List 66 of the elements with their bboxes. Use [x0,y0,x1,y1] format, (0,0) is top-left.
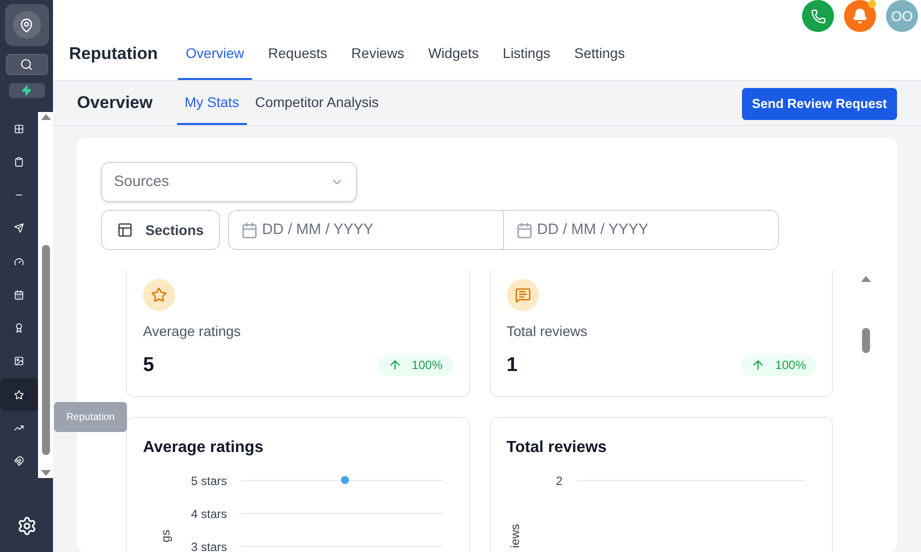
settings-button[interactable] [16,516,36,536]
award-icon [14,323,24,334]
tab[interactable]: Listings [494,43,558,80]
search-button[interactable] [6,54,48,75]
search-icon [20,58,33,71]
clipboard-icon [14,156,24,167]
axis-title: gs [159,530,172,542]
axis-title: iews [508,524,520,548]
scroll-thumb[interactable] [42,245,50,455]
page-title: Reputation [69,42,158,64]
arrow-up-icon [751,358,766,372]
arrow-up-icon [388,358,402,372]
date-input[interactable]: DD / MM / YYYY [262,218,491,242]
send-review-request-button[interactable]: Send Review Request [742,88,897,120]
notification-button[interactable] [844,0,876,32]
grid-icon [14,124,24,134]
message-icon [506,279,538,311]
data-point [341,476,349,484]
trend-icon [14,423,24,434]
gauge-icon [14,256,24,267]
stat-value: 1 [506,353,518,378]
phone-icon [810,8,826,24]
tooltip: Reputation [54,402,127,432]
tab[interactable]: Competitor Analysis [247,92,387,125]
tab[interactable]: My Stats [176,92,248,125]
axis-label: 5 stars [190,472,227,490]
stat-label: Total reviews [506,322,588,341]
tab[interactable]: Overview [178,43,252,80]
magnet-icon [14,456,24,466]
chart-title: Total reviews [506,438,608,458]
date-range-field[interactable]: DD / MM / YYYY DD / MM / YYYY [228,210,779,250]
scrollbar[interactable] [38,112,53,478]
sources-dropdown[interactable]: Sources [101,162,357,202]
tab[interactable]: Reviews [343,43,412,80]
phone-button[interactable] [802,0,834,32]
axis-label: 4 stars [190,506,227,522]
image-icon [14,356,24,366]
scroll-up-icon [860,276,870,282]
scroll-thumb[interactable] [862,328,870,353]
layout-icon [117,222,134,238]
scroll-up-icon [40,114,50,120]
tab[interactable]: Requests [260,43,336,80]
change-badge: 100% [378,354,452,376]
calendar-icon [241,222,258,238]
stat-value: 5 [143,353,154,378]
send-icon [14,223,24,234]
tab[interactable]: Settings [566,43,633,80]
quick-action-button[interactable] [8,83,44,98]
change-badge: 100% [741,354,816,376]
axis-label: 2 [554,472,562,490]
stat-label: Average ratings [143,322,242,341]
tab[interactable]: Widgets [420,43,487,80]
scroll-down-icon [40,470,50,476]
map-pin-icon [19,18,34,32]
settings-icon [16,516,36,536]
star-icon [14,390,24,400]
nav-item[interactable] [0,378,38,412]
date-input[interactable]: DD / MM / YYYY [537,218,766,242]
location-button[interactable] [4,4,48,46]
calendar-icon [14,290,24,300]
section-title: Overview [77,92,153,114]
bell-icon [852,8,868,24]
chart-title: Average ratings [143,438,264,458]
lightning-icon [21,85,32,96]
sections-button[interactable]: Sections [101,210,220,250]
calendar-icon [516,222,533,238]
